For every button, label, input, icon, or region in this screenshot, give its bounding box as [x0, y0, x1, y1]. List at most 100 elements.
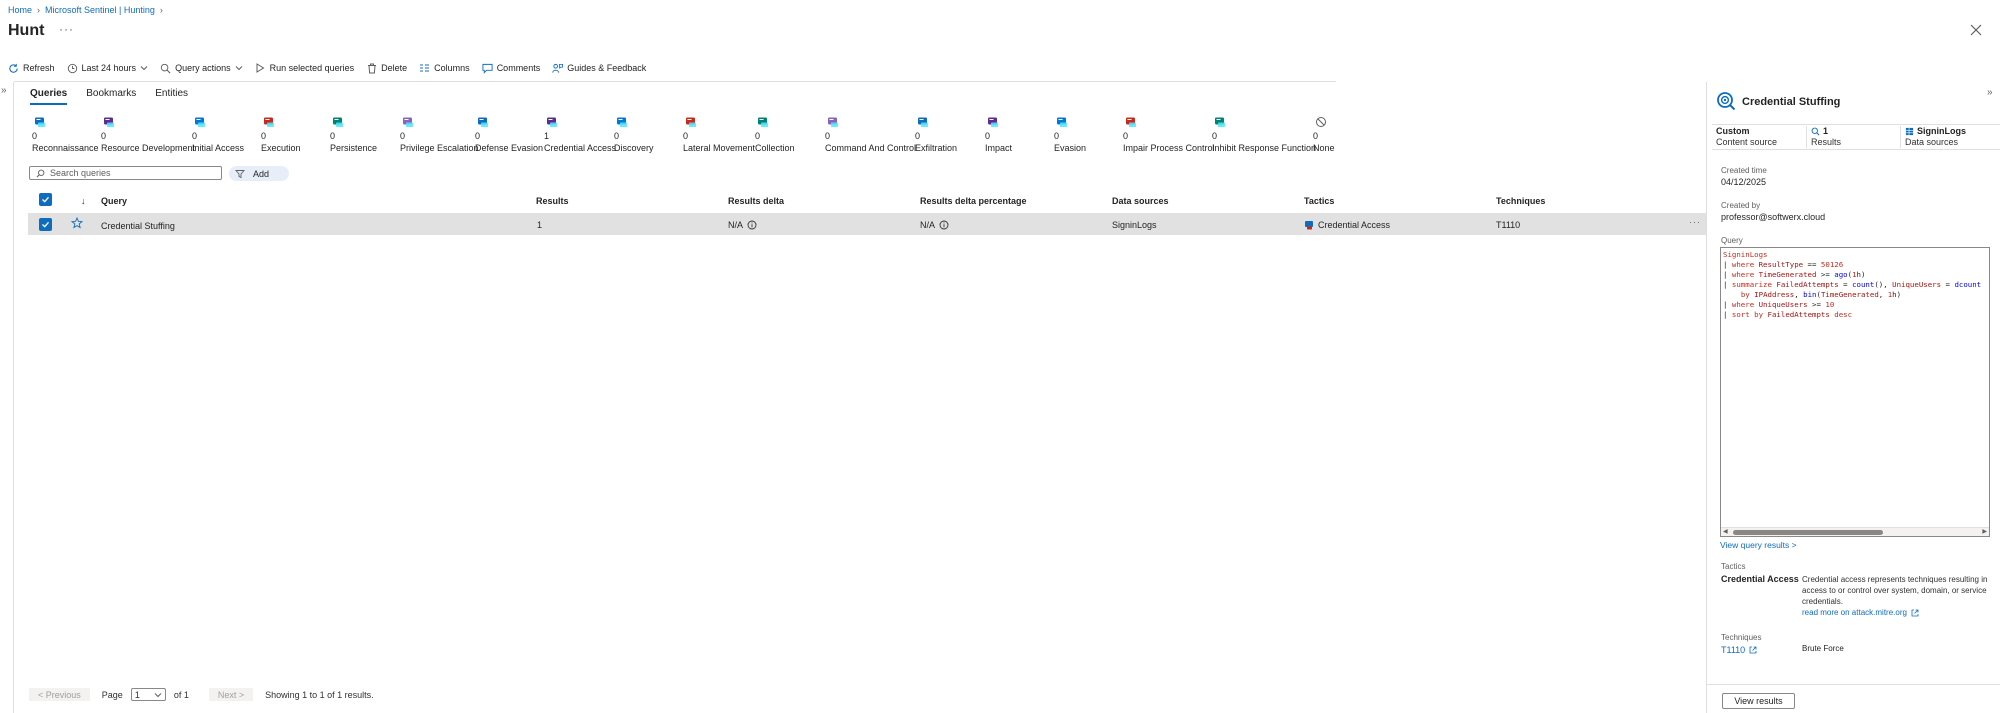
scroll-left-icon[interactable]: ◀ [1723, 528, 1728, 535]
info-icon[interactable] [747, 220, 757, 230]
column-header-techniques[interactable]: Techniques [1496, 196, 1545, 206]
more-options-button[interactable]: ··· [59, 22, 74, 36]
results-search-icon [1811, 127, 1820, 136]
comments-button[interactable]: Comments [482, 63, 541, 74]
column-header-results[interactable]: Results [536, 196, 569, 206]
tactic-count: 0 [825, 131, 831, 141]
tactic-command-and-control[interactable]: 0 Command And Control [825, 116, 916, 154]
tactic-name: Defense Evasion [475, 143, 544, 153]
credential-access-icon [546, 116, 558, 128]
technique-id-link[interactable]: T1110 [1721, 645, 1745, 655]
trash-icon [366, 63, 377, 74]
tactic-name: Reconnaissance [32, 143, 99, 153]
column-header-results-delta-percentage[interactable]: Results delta percentage [920, 196, 1027, 206]
tactic-credential-access[interactable]: 1 Credential Access [544, 116, 616, 154]
previous-page-button[interactable]: < Previous [29, 688, 90, 701]
column-header-results-delta[interactable]: Results delta [728, 196, 784, 206]
tactic-evasion[interactable]: 0 Evasion [1054, 116, 1086, 154]
breadcrumb-home[interactable]: Home [8, 5, 32, 15]
delete-label: Delete [381, 63, 408, 73]
tactic-none[interactable]: 0 None [1313, 116, 1335, 154]
tactic-count: 0 [1123, 131, 1129, 141]
close-icon[interactable] [1970, 24, 1984, 38]
page-select[interactable]: 1 [130, 688, 166, 701]
tactic-exfiltration[interactable]: 0 Exfiltration [915, 116, 957, 154]
run-selected-queries-button[interactable]: Run selected queries [255, 63, 354, 74]
tactic-execution[interactable]: 0 Execution [261, 116, 301, 154]
row-more-options-button[interactable]: ··· [1689, 217, 1701, 227]
expand-icon[interactable]: » [1, 85, 7, 96]
tactic-impact[interactable]: 0 Impact [985, 116, 1012, 154]
column-header-data-sources[interactable]: Data sources [1112, 196, 1169, 206]
tactic-count: 0 [985, 131, 991, 141]
checkmark-icon [42, 221, 49, 228]
tactic-count: 1 [544, 131, 550, 141]
tab-queries[interactable]: Queries [30, 88, 68, 105]
next-page-button[interactable]: Next > [208, 688, 254, 701]
created-by-label: Created by [1721, 201, 1761, 210]
select-all-checkbox[interactable] [39, 193, 52, 206]
collapse-panel-icon[interactable]: » [1987, 87, 1993, 98]
delete-button[interactable]: Delete [366, 63, 407, 74]
column-header-query[interactable]: Query [101, 196, 127, 206]
search-queries-box[interactable] [29, 166, 222, 180]
tactic-name: Credential Access [1721, 574, 1799, 584]
external-link-icon[interactable] [1911, 609, 1919, 617]
horizontal-scrollbar[interactable]: ◀ ▶ [1721, 527, 1989, 536]
row-checkbox[interactable] [39, 218, 52, 231]
columns-button[interactable]: Columns [419, 63, 470, 74]
page-label: Page [101, 689, 123, 700]
privilege-escalation-icon [402, 116, 414, 128]
search-input[interactable] [50, 168, 210, 178]
created-time-label: Created time [1721, 166, 1767, 175]
breadcrumb-sentinel-hunting[interactable]: Microsoft Sentinel | Hunting [45, 5, 155, 15]
exfiltration-icon [917, 116, 929, 128]
data-sources-label: Data sources [1905, 137, 1959, 147]
refresh-icon [8, 63, 19, 74]
initial-access-icon [194, 116, 206, 128]
row-query-name[interactable]: Credential Stuffing [101, 221, 175, 231]
tab-bookmarks[interactable]: Bookmarks [86, 88, 136, 105]
sort-indicator-icon[interactable]: ↓ [81, 196, 86, 206]
tactic-privilege-escalation[interactable]: 0 Privilege Escalation [400, 116, 479, 154]
defense-evasion-icon [477, 116, 489, 128]
query-editor[interactable]: SigninLogs | where ResultType == 50126 | w… [1720, 247, 1990, 537]
table-row[interactable] [28, 213, 1706, 235]
refresh-button[interactable]: Refresh [8, 63, 55, 74]
tactic-name: Inhibit Response Function [1212, 143, 1317, 153]
view-results-button[interactable]: View results [1722, 693, 1795, 709]
stat-data-sources: SigninLogs Data sources [1905, 126, 1966, 148]
scroll-right-icon[interactable]: ▶ [1982, 528, 1987, 535]
external-link-icon[interactable] [1749, 646, 1757, 654]
chevron-down-icon [154, 691, 162, 699]
tactic-lateral-movement[interactable]: 0 Lateral Movement [683, 116, 755, 154]
time-range-dropdown[interactable]: Last 24 hours [67, 63, 149, 74]
add-filter-label: Add [253, 168, 270, 179]
mitre-link[interactable]: read more on attack.mitre.org [1802, 608, 1907, 617]
impair-process-control-icon [1125, 116, 1137, 128]
query-actions-dropdown[interactable]: Query actions [160, 63, 243, 74]
guides-feedback-button[interactable]: Guides & Feedback [552, 63, 646, 74]
info-icon[interactable] [939, 220, 949, 230]
tactic-collection[interactable]: 0 Collection [755, 116, 795, 154]
tactic-name: Persistence [330, 143, 378, 153]
view-query-results-link[interactable]: View query results > [1720, 540, 1797, 550]
tactic-resource-development[interactable]: 0 Resource Development [101, 116, 195, 154]
tactic-persistence[interactable]: 0 Persistence [330, 116, 377, 154]
tactic-impair-process-control[interactable]: 0 Impair Process Control [1123, 116, 1215, 154]
tactic-initial-access[interactable]: 0 Initial Access [192, 116, 244, 154]
scrollbar-thumb[interactable] [1733, 530, 1883, 535]
results-value: 1 [1823, 126, 1829, 136]
add-filter-button[interactable]: Add [229, 166, 289, 181]
clock-icon [67, 63, 78, 74]
column-header-tactics[interactable]: Tactics [1304, 196, 1334, 206]
tactic-reconnaissance[interactable]: 0 Reconnaissance [32, 116, 99, 154]
tactic-discovery[interactable]: 0 Discovery [614, 116, 654, 154]
comments-label: Comments [496, 63, 541, 73]
columns-icon [419, 63, 430, 74]
tab-entities[interactable]: Entities [155, 88, 188, 105]
tactic-inhibit-response-function[interactable]: 0 Inhibit Response Function [1212, 116, 1316, 154]
tactic-defense-evasion[interactable]: 0 Defense Evasion [475, 116, 543, 154]
chevron-down-icon [235, 64, 243, 72]
star-icon[interactable] [71, 217, 83, 229]
